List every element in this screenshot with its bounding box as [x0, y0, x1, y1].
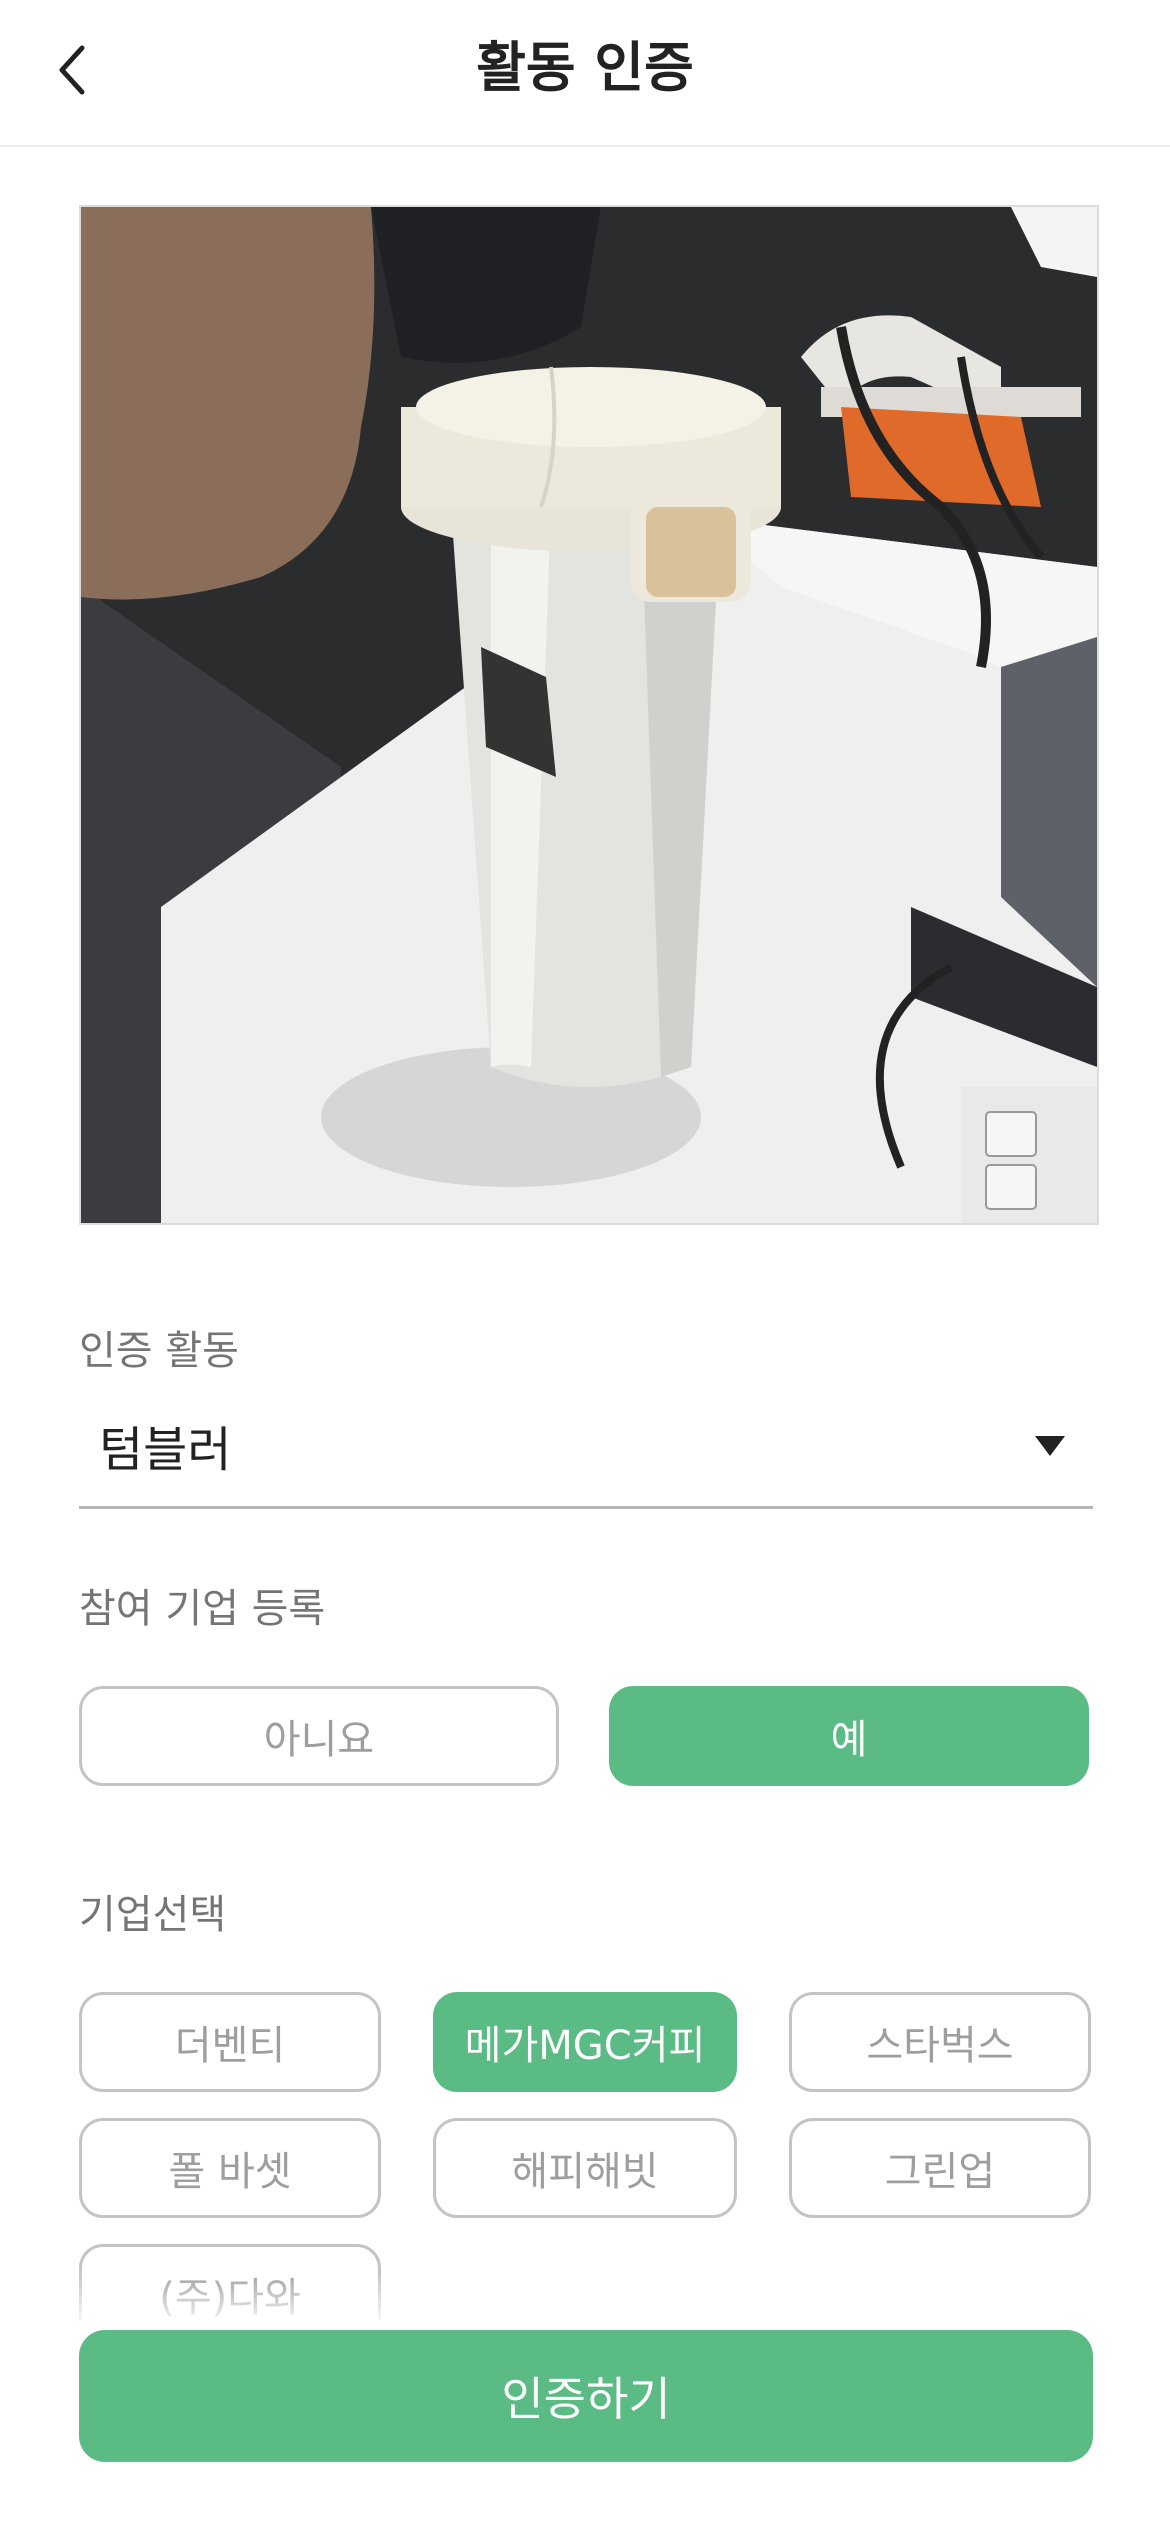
company-chip-megamgc[interactable]: 메가MGC커피 [433, 1992, 737, 2092]
company-chip-theventi[interactable]: 더벤티 [79, 1992, 381, 2092]
activity-select-value: 텀블러 [99, 1422, 232, 1478]
page-title: 활동 인증 [476, 36, 694, 99]
no-button[interactable]: 아니요 [79, 1686, 559, 1786]
activity-label: 인증 활동 [79, 1328, 239, 1374]
submit-button[interactable]: 인증하기 [79, 2330, 1093, 2462]
screen: 활동 인증 인증 활동 텀블러 참여 기업 등록 아니요 예 기업선택 더벤티 … [0, 0, 1170, 2532]
company-chip-happyhabit[interactable]: 해피해빗 [433, 2118, 737, 2218]
company-chip-paulbassett[interactable]: 폴 바셋 [79, 2118, 381, 2218]
yes-button[interactable]: 예 [609, 1686, 1089, 1786]
company-select-label: 기업선택 [79, 1892, 227, 1938]
company-chip-starbucks[interactable]: 스타벅스 [789, 1992, 1091, 2092]
company-registration-label: 참여 기업 등록 [79, 1586, 326, 1632]
company-chip-greenup[interactable]: 그린업 [789, 2118, 1091, 2218]
caret-down-icon [1035, 1436, 1065, 1456]
activity-select[interactable]: 텀블러 [79, 1380, 1093, 1509]
activity-photo [79, 205, 1099, 1225]
app-header: 활동 인증 [0, 0, 1170, 147]
